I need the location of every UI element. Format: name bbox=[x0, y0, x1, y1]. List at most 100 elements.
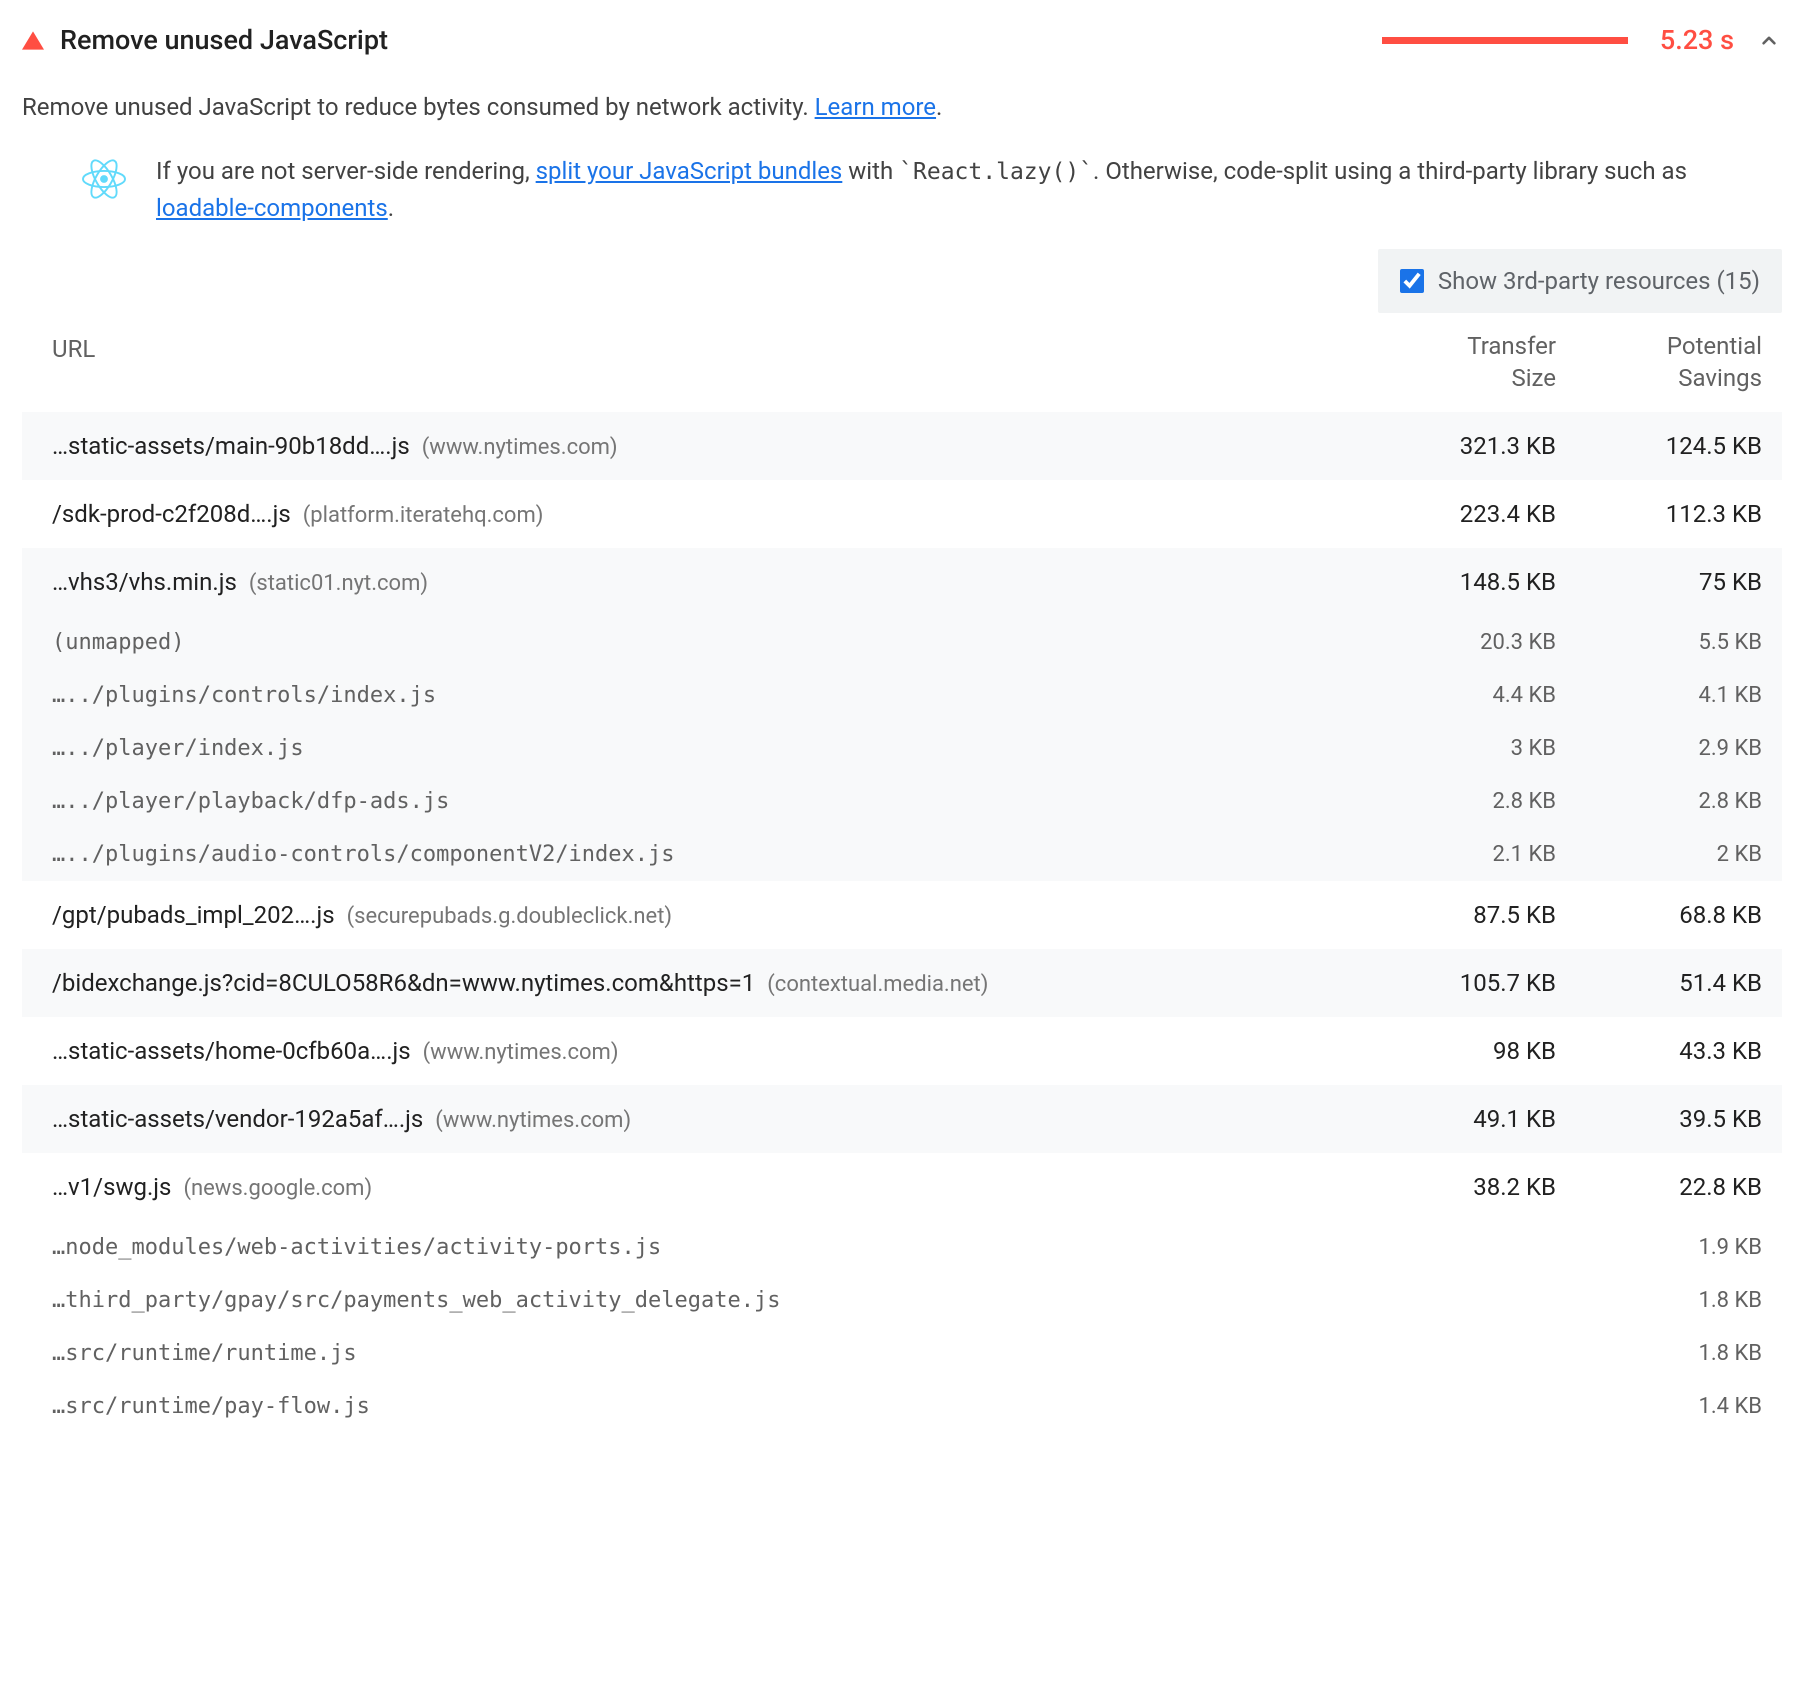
url-cell[interactable]: …node_modules/web-activities/activity-po… bbox=[52, 1231, 1336, 1264]
potential-savings: 124.5 KB bbox=[1556, 428, 1776, 464]
url-cell[interactable]: …static-assets/main-90b18dd….js (www.nyti… bbox=[52, 428, 1336, 464]
table-subrow: …../player/index.js3 KB2.9 KB bbox=[22, 722, 1782, 775]
potential-savings: 112.3 KB bbox=[1556, 496, 1776, 532]
loadable-components-link[interactable]: loadable-components bbox=[156, 194, 388, 222]
url-text: …third_party/gpay/src/payments_web_activ… bbox=[52, 1284, 780, 1317]
potential-savings: 1.8 KB bbox=[1556, 1284, 1776, 1317]
potential-savings: 5.5 KB bbox=[1556, 626, 1776, 659]
react-lazy-code: `React.lazy()` bbox=[899, 159, 1093, 185]
potential-savings: 2.8 KB bbox=[1556, 785, 1776, 818]
url-text: /gpt/pubads_impl_202….js bbox=[52, 897, 335, 933]
url-text: …static-assets/home-0cfb60a….js bbox=[52, 1033, 411, 1069]
potential-savings: 68.8 KB bbox=[1556, 897, 1776, 933]
url-cell[interactable]: …../player/playback/dfp-ads.js bbox=[52, 785, 1336, 818]
transfer-size: 148.5 KB bbox=[1336, 564, 1556, 600]
table-subrow: …../plugins/controls/index.js4.4 KB4.1 K… bbox=[22, 669, 1782, 722]
url-text: /bidexchange.js?cid=8CULO58R6&dn=www.nyt… bbox=[52, 965, 755, 1001]
table-subrow: …node_modules/web-activities/activity-po… bbox=[22, 1221, 1782, 1274]
url-text: …static-assets/main-90b18dd….js bbox=[52, 428, 410, 464]
table-row: /sdk-prod-c2f208d….js (platform.iteratehq… bbox=[22, 480, 1782, 548]
url-cell[interactable]: …static-assets/vendor-192a5af….js(www.ny… bbox=[52, 1101, 1336, 1137]
col-url: URL bbox=[28, 331, 1336, 367]
potential-savings: 1.9 KB bbox=[1556, 1231, 1776, 1264]
url-cell[interactable]: …static-assets/home-0cfb60a….js (www.nyti… bbox=[52, 1033, 1336, 1069]
time-bar bbox=[1382, 37, 1628, 44]
potential-savings: 1.4 KB bbox=[1556, 1390, 1776, 1423]
url-cell[interactable]: …../player/index.js bbox=[52, 732, 1336, 765]
table-subrow: …../player/playback/dfp-ads.js 2.8 KB2.8 … bbox=[22, 775, 1782, 828]
transfer-size: 87.5 KB bbox=[1336, 897, 1556, 933]
table-row: …vhs3/vhs.min.js (static01.nyt.com) 148.5 … bbox=[22, 548, 1782, 616]
url-cell[interactable]: …third_party/gpay/src/payments_web_activ… bbox=[52, 1284, 1336, 1317]
transfer-size: 49.1 KB bbox=[1336, 1101, 1556, 1137]
url-cell[interactable]: /bidexchange.js?cid=8CULO58R6&dn=www.nyt… bbox=[52, 965, 1336, 1001]
transfer-size: 2.8 KB bbox=[1336, 785, 1556, 818]
table-subrow: (unmapped)20.3 KB5.5 KB bbox=[22, 616, 1782, 669]
col-transfer-size: Transfer Size bbox=[1336, 331, 1556, 393]
url-text: …vhs3/vhs.min.js bbox=[52, 564, 237, 600]
url-host: (static01.nyt.com) bbox=[249, 567, 428, 600]
table-row: …static-assets/home-0cfb60a….js (www.nyti… bbox=[22, 1017, 1782, 1085]
table-row: …v1/swg.js (news.google.com) 38.2 KB22.8 K… bbox=[22, 1153, 1782, 1221]
fail-triangle-icon bbox=[22, 31, 44, 50]
table-row: /gpt/pubads_impl_202….js (securepubads.g.… bbox=[22, 881, 1782, 949]
transfer-size: 2.1 KB bbox=[1336, 838, 1556, 871]
transfer-size: 20.3 KB bbox=[1336, 626, 1556, 659]
url-host: (securepubads.g.doubleclick.net) bbox=[347, 900, 672, 933]
url-cell[interactable]: …src/runtime/runtime.js bbox=[52, 1337, 1336, 1370]
transfer-size: 321.3 KB bbox=[1336, 428, 1556, 464]
table-row: /bidexchange.js?cid=8CULO58R6&dn=www.nyt… bbox=[22, 949, 1782, 1017]
split-bundles-link[interactable]: split your JavaScript bundles bbox=[536, 157, 843, 185]
url-cell[interactable]: …../plugins/audio-controls/componentV2/i… bbox=[52, 838, 1336, 871]
chevron-up-icon[interactable] bbox=[1756, 27, 1782, 53]
third-party-label: Show 3rd-party resources (15) bbox=[1438, 263, 1760, 299]
transfer-size: 98 KB bbox=[1336, 1033, 1556, 1069]
url-cell[interactable]: …vhs3/vhs.min.js (static01.nyt.com) bbox=[52, 564, 1336, 600]
learn-more-link[interactable]: Learn more bbox=[815, 93, 936, 121]
url-cell[interactable]: /gpt/pubads_impl_202….js (securepubads.g.… bbox=[52, 897, 1336, 933]
table-subrow: …src/runtime/runtime.js 1.8 KB bbox=[22, 1327, 1782, 1380]
transfer-size: 38.2 KB bbox=[1336, 1169, 1556, 1205]
stack-pack-react: If you are not server-side rendering, sp… bbox=[22, 153, 1782, 228]
third-party-checkbox[interactable] bbox=[1400, 269, 1424, 293]
stack-pack-text: If you are not server-side rendering, sp… bbox=[156, 153, 1782, 228]
potential-savings: 39.5 KB bbox=[1556, 1101, 1776, 1137]
audit-header[interactable]: Remove unused JavaScript 5.23 s bbox=[22, 20, 1782, 61]
description-text: Remove unused JavaScript to reduce bytes… bbox=[22, 93, 815, 121]
react-icon bbox=[82, 157, 126, 201]
potential-savings: 4.1 KB bbox=[1556, 679, 1776, 712]
table-subrow: …../plugins/audio-controls/componentV2/i… bbox=[22, 828, 1782, 881]
table-subrow: …src/runtime/pay-flow.js 1.4 KB bbox=[22, 1380, 1782, 1433]
url-text: /sdk-prod-c2f208d….js bbox=[52, 496, 291, 532]
table-row: …static-assets/vendor-192a5af….js(www.ny… bbox=[22, 1085, 1782, 1153]
url-host: (contextual.media.net) bbox=[767, 968, 988, 1001]
potential-savings: 1.8 KB bbox=[1556, 1337, 1776, 1370]
url-cell[interactable]: …../plugins/controls/index.js bbox=[52, 679, 1336, 712]
potential-savings: 43.3 KB bbox=[1556, 1033, 1776, 1069]
url-cell[interactable]: (unmapped) bbox=[52, 626, 1336, 659]
url-host: (www.nytimes.com) bbox=[423, 1036, 619, 1069]
url-text: …../player/playback/dfp-ads.js bbox=[52, 785, 449, 818]
url-text: …../player/index.js bbox=[52, 732, 304, 765]
table-row: …static-assets/main-90b18dd….js (www.nyti… bbox=[22, 412, 1782, 480]
potential-savings: 22.8 KB bbox=[1556, 1169, 1776, 1205]
potential-savings: 2 KB bbox=[1556, 838, 1776, 871]
potential-savings: 51.4 KB bbox=[1556, 965, 1776, 1001]
url-host: (platform.iteratehq.com) bbox=[303, 499, 544, 532]
url-cell[interactable]: /sdk-prod-c2f208d….js (platform.iteratehq… bbox=[52, 496, 1336, 532]
url-text: …../plugins/controls/index.js bbox=[52, 679, 436, 712]
transfer-size: 223.4 KB bbox=[1336, 496, 1556, 532]
table-header: URL Transfer Size Potential Savings bbox=[22, 321, 1782, 411]
potential-savings: 75 KB bbox=[1556, 564, 1776, 600]
url-text: …v1/swg.js bbox=[52, 1169, 171, 1205]
third-party-toggle[interactable]: Show 3rd-party resources (15) bbox=[1378, 249, 1782, 313]
url-host: (www.nytimes.com) bbox=[422, 431, 618, 464]
url-host: (news.google.com) bbox=[183, 1172, 372, 1205]
audit-title: Remove unused JavaScript bbox=[60, 20, 388, 61]
url-text: …../plugins/audio-controls/componentV2/i… bbox=[52, 838, 675, 871]
url-cell[interactable]: …src/runtime/pay-flow.js bbox=[52, 1390, 1336, 1423]
url-text: …src/runtime/pay-flow.js bbox=[52, 1390, 370, 1423]
url-text: …src/runtime/runtime.js bbox=[52, 1337, 357, 1370]
url-cell[interactable]: …v1/swg.js (news.google.com) bbox=[52, 1169, 1336, 1205]
audit-description: Remove unused JavaScript to reduce bytes… bbox=[22, 89, 1782, 125]
